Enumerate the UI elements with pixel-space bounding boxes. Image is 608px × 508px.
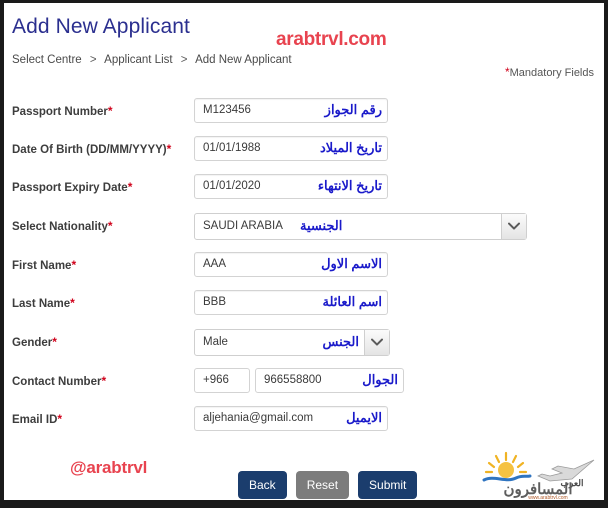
- back-button[interactable]: Back: [238, 471, 287, 499]
- first-name-value: AAA: [203, 258, 227, 270]
- mandatory-fields-label: Mandatory Fields: [509, 67, 594, 79]
- contact-number-input[interactable]: 966558800 الجوال: [255, 368, 404, 393]
- label-gender: Gender*: [12, 335, 57, 349]
- last-name-input[interactable]: BBB اسم العائلة: [194, 290, 388, 315]
- asterisk-icon: *: [166, 142, 172, 156]
- form-row-date-of-birth: Date Of Birth (DD/MM/YYYY)* 01/01/1988 ت…: [4, 133, 604, 171]
- label-text: Contact Number: [12, 376, 102, 388]
- label-text: Gender: [12, 337, 53, 349]
- form-row-passport-expiry-date: Passport Expiry Date* 01/01/2020 تاريخ ا…: [4, 171, 604, 209]
- passport-expiry-date-input[interactable]: 01/01/2020 تاريخ الانتهاء: [194, 174, 388, 199]
- last-name-value: BBB: [203, 296, 227, 308]
- country-code-value: +966: [203, 374, 229, 386]
- chevron-down-icon[interactable]: [501, 214, 526, 239]
- label-email-id: Email ID*: [12, 412, 63, 426]
- form-row-contact-number: Contact Number* +966 966558800 الجوال: [4, 365, 604, 403]
- label-text: Email ID: [12, 414, 58, 426]
- arabic-annotation-select-nationality: الجنسية: [300, 218, 343, 233]
- arabic-annotation-email-id: الايميل: [346, 410, 382, 425]
- passport-number-value: M123456: [203, 104, 251, 116]
- asterisk-icon: *: [127, 180, 133, 194]
- watermark-arabtrvl-com: arabtrvl.com: [276, 29, 387, 50]
- breadcrumb-item-add-new-applicant: Add New Applicant: [195, 54, 292, 66]
- label-passport-number: Passport Number*: [12, 104, 113, 118]
- page-title: Add New Applicant: [12, 15, 190, 38]
- applicant-form: Passport Number* M123456 رقم الجواز Date…: [4, 95, 604, 441]
- first-name-input[interactable]: AAA الاسم الاول: [194, 252, 388, 277]
- asterisk-icon: *: [52, 335, 57, 349]
- form-row-first-name: First Name* AAA الاسم الاول: [4, 249, 604, 287]
- select-nationality-dropdown[interactable]: SAUDI ARABIA الجنسية: [194, 213, 527, 240]
- form-row-passport-number: Passport Number* M123456 رقم الجواز: [4, 95, 604, 133]
- reset-button[interactable]: Reset: [295, 471, 350, 499]
- breadcrumb-separator: >: [89, 54, 97, 66]
- form-row-email-id: Email ID* aljehania@gmail.com الايميل: [4, 403, 604, 441]
- asterisk-icon: *: [57, 412, 63, 426]
- label-contact-number: Contact Number*: [12, 374, 107, 388]
- label-text: Passport Number: [12, 106, 108, 118]
- label-last-name: Last Name*: [12, 296, 75, 310]
- breadcrumb: Select Centre > Applicant List > Add New…: [12, 54, 292, 66]
- gender-value: Male: [203, 336, 228, 348]
- label-date-of-birth: Date Of Birth (DD/MM/YYYY)*: [12, 142, 172, 156]
- submit-button[interactable]: Submit: [358, 471, 418, 499]
- passport-expiry-date-value: 01/01/2020: [203, 180, 261, 192]
- date-of-birth-input[interactable]: 01/01/1988 تاريخ الميلاد: [194, 136, 388, 161]
- label-text: Passport Expiry Date: [12, 182, 128, 194]
- contact-number-value: 966558800: [264, 374, 322, 386]
- select-nationality-value: SAUDI ARABIA: [203, 220, 283, 232]
- country-code-input[interactable]: +966: [194, 368, 250, 393]
- label-first-name: First Name*: [12, 258, 77, 272]
- arabic-annotation-passport-expiry-date: تاريخ الانتهاء: [317, 178, 382, 193]
- email-id-input[interactable]: aljehania@gmail.com الايميل: [194, 406, 388, 431]
- asterisk-icon: *: [107, 104, 113, 118]
- form-row-last-name: Last Name* BBB اسم العائلة: [4, 287, 604, 325]
- date-of-birth-value: 01/01/1988: [203, 142, 261, 154]
- arabic-annotation-gender: الجنس: [322, 334, 359, 349]
- arabic-annotation-passport-number: رقم الجواز: [324, 102, 382, 117]
- arabic-annotation-contact-number: الجوال: [362, 372, 398, 387]
- label-text: Last Name: [12, 298, 71, 310]
- arabic-annotation-first-name: الاسم الاول: [321, 256, 382, 271]
- asterisk-icon: *: [71, 258, 77, 272]
- form-row-gender: Gender* Male الجنس: [4, 325, 604, 365]
- arabtrvl-logo: العرب المسافرون www.arabtrvl.com: [476, 450, 600, 500]
- breadcrumb-item-applicant-list[interactable]: Applicant List: [104, 54, 172, 66]
- email-id-value: aljehania@gmail.com: [203, 412, 314, 424]
- gender-dropdown[interactable]: Male الجنس: [194, 329, 390, 356]
- logo-url: www.arabtrvl.com: [528, 495, 567, 500]
- chevron-down-icon[interactable]: [364, 330, 389, 355]
- label-text: Select Nationality: [12, 221, 108, 233]
- mandatory-fields-note: *Mandatory Fields: [505, 66, 594, 79]
- passport-number-input[interactable]: M123456 رقم الجواز: [194, 98, 388, 123]
- asterisk-icon: *: [107, 219, 113, 233]
- arabic-annotation-last-name: اسم العائلة: [322, 294, 382, 309]
- watermark-arabtrvl-handle: @arabtrvl: [70, 458, 148, 477]
- arabic-annotation-date-of-birth: تاريخ الميلاد: [319, 140, 382, 155]
- label-passport-expiry-date: Passport Expiry Date*: [12, 180, 133, 194]
- asterisk-icon: *: [70, 296, 75, 310]
- application-window: Add New Applicant arabtrvl.com Select Ce…: [4, 3, 604, 500]
- label-text: Date Of Birth (DD/MM/YYYY): [12, 144, 167, 156]
- sun-icon: [498, 462, 514, 478]
- label-text: First Name: [12, 260, 72, 272]
- breadcrumb-separator: >: [180, 54, 188, 66]
- label-select-nationality: Select Nationality*: [12, 219, 113, 233]
- asterisk-icon: *: [101, 374, 107, 388]
- form-row-select-nationality: Select Nationality* SAUDI ARABIA الجنسية: [4, 209, 604, 249]
- form-action-bar: Back Reset Submit: [238, 471, 418, 499]
- breadcrumb-item-select-centre[interactable]: Select Centre: [12, 54, 82, 66]
